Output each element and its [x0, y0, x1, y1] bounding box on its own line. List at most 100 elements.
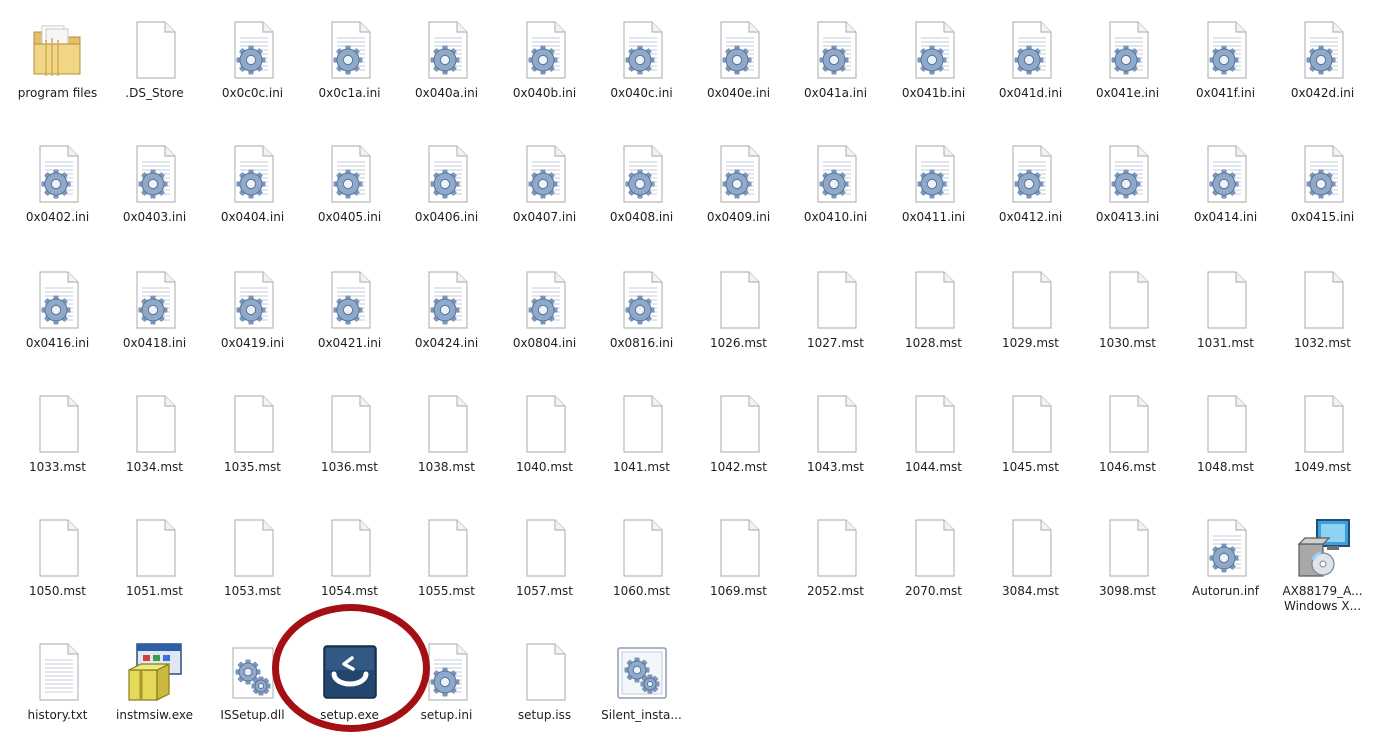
blank-file-icon: [318, 392, 382, 456]
file-item[interactable]: 0x040c.ini: [593, 12, 690, 122]
file-item[interactable]: 1048.mst: [1177, 386, 1274, 496]
file-item[interactable]: 0x0416.ini: [9, 262, 106, 372]
file-item[interactable]: 1028.mst: [885, 262, 982, 372]
file-item[interactable]: 1041.mst: [593, 386, 690, 496]
file-item[interactable]: 0x0415.ini: [1274, 136, 1371, 246]
file-name-label: 0x0407.ini: [512, 210, 577, 224]
file-name-label: 0x040a.ini: [414, 86, 479, 100]
file-item[interactable]: 1046.mst: [1079, 386, 1176, 496]
file-item[interactable]: 1038.mst: [398, 386, 495, 496]
file-item[interactable]: 0x0410.ini: [787, 136, 884, 246]
file-item[interactable]: 1029.mst: [982, 262, 1079, 372]
file-item[interactable]: 1053.mst: [204, 510, 301, 620]
file-item[interactable]: instmsiw.exe: [106, 634, 203, 738]
file-item[interactable]: Silent_insta...: [593, 634, 690, 738]
file-item[interactable]: 1049.mst: [1274, 386, 1371, 496]
file-name-label: 0x0414.ini: [1193, 210, 1258, 224]
file-item[interactable]: 0x0404.ini: [204, 136, 301, 246]
config-file-icon: [707, 18, 771, 82]
file-name-label: 1053.mst: [224, 584, 281, 598]
file-item[interactable]: 1060.mst: [593, 510, 690, 620]
config-file-icon: [513, 268, 577, 332]
file-item[interactable]: 1040.mst: [496, 386, 593, 496]
file-item[interactable]: 0x041a.ini: [787, 12, 884, 122]
file-item[interactable]: 0x040a.ini: [398, 12, 495, 122]
file-item[interactable]: 0x0406.ini: [398, 136, 495, 246]
file-item[interactable]: 0x0403.ini: [106, 136, 203, 246]
file-item[interactable]: 3098.mst: [1079, 510, 1176, 620]
file-item[interactable]: Autorun.inf: [1177, 510, 1274, 620]
blank-file-icon: [707, 392, 771, 456]
setup-app-icon: [318, 640, 382, 704]
file-item[interactable]: 1030.mst: [1079, 262, 1176, 372]
file-item[interactable]: ISSetup.dll: [204, 634, 301, 738]
file-item[interactable]: 1055.mst: [398, 510, 495, 620]
file-item[interactable]: 0x0402.ini: [9, 136, 106, 246]
file-item[interactable]: 0x0405.ini: [301, 136, 398, 246]
file-item[interactable]: 0x0c1a.ini: [301, 12, 398, 122]
file-item[interactable]: 0x0804.ini: [496, 262, 593, 372]
file-item[interactable]: 1054.mst: [301, 510, 398, 620]
file-name-label: 1034.mst: [126, 460, 183, 474]
blank-file-icon: [902, 516, 966, 580]
file-item[interactable]: 1031.mst: [1177, 262, 1274, 372]
file-item[interactable]: 0x0418.ini: [106, 262, 203, 372]
installer-package-icon: [123, 640, 187, 704]
blank-file-icon: [1291, 268, 1355, 332]
file-name-label: 1054.mst: [321, 584, 378, 598]
file-item[interactable]: 0x041f.ini: [1177, 12, 1274, 122]
file-name-label: 1033.mst: [29, 460, 86, 474]
file-item[interactable]: 0x0816.ini: [593, 262, 690, 372]
file-item[interactable]: 0x0412.ini: [982, 136, 1079, 246]
config-file-icon: [415, 18, 479, 82]
file-item[interactable]: 0x0419.ini: [204, 262, 301, 372]
file-item[interactable]: 1027.mst: [787, 262, 884, 372]
file-item[interactable]: 3084.mst: [982, 510, 1079, 620]
file-item[interactable]: history.txt: [9, 634, 106, 738]
file-item[interactable]: 0x0414.ini: [1177, 136, 1274, 246]
file-item[interactable]: 0x0408.ini: [593, 136, 690, 246]
file-name-label: 0x0421.ini: [317, 336, 382, 350]
file-grid: program files .DS_Store 0x0c0c.ini 0x0c1a.i…: [0, 0, 1373, 738]
file-item[interactable]: 1033.mst: [9, 386, 106, 496]
file-item[interactable]: 0x0409.ini: [690, 136, 787, 246]
config-file-icon: [1096, 142, 1160, 206]
file-item[interactable]: 0x040b.ini: [496, 12, 593, 122]
file-item[interactable]: 1050.mst: [9, 510, 106, 620]
file-item[interactable]: 1057.mst: [496, 510, 593, 620]
file-item[interactable]: program files: [9, 12, 106, 122]
file-item[interactable]: 1043.mst: [787, 386, 884, 496]
file-item[interactable]: 0x0424.ini: [398, 262, 495, 372]
file-item[interactable]: 2070.mst: [885, 510, 982, 620]
file-item[interactable]: 0x041d.ini: [982, 12, 1079, 122]
file-item[interactable]: 0x042d.ini: [1274, 12, 1371, 122]
file-item[interactable]: 0x0407.ini: [496, 136, 593, 246]
blank-file-icon: [123, 18, 187, 82]
file-item[interactable]: 1051.mst: [106, 510, 203, 620]
file-item[interactable]: 0x0c0c.ini: [204, 12, 301, 122]
file-item[interactable]: 0x041e.ini: [1079, 12, 1176, 122]
file-item[interactable]: 1036.mst: [301, 386, 398, 496]
file-item[interactable]: 1035.mst: [204, 386, 301, 496]
file-item[interactable]: setup.ini: [398, 634, 495, 738]
file-item[interactable]: 0x0411.ini: [885, 136, 982, 246]
file-name-label: 1036.mst: [321, 460, 378, 474]
file-item[interactable]: setup.iss: [496, 634, 593, 738]
file-item[interactable]: AX88179_A... Windows X...: [1274, 510, 1371, 620]
file-item[interactable]: 0x0413.ini: [1079, 136, 1176, 246]
file-item[interactable]: setup.exe: [301, 634, 398, 738]
blank-file-icon: [318, 516, 382, 580]
file-item[interactable]: 1045.mst: [982, 386, 1079, 496]
file-item[interactable]: 1026.mst: [690, 262, 787, 372]
file-item[interactable]: 2052.mst: [787, 510, 884, 620]
file-item[interactable]: 1042.mst: [690, 386, 787, 496]
file-item[interactable]: .DS_Store: [106, 12, 203, 122]
file-item[interactable]: 1069.mst: [690, 510, 787, 620]
file-item[interactable]: 0x040e.ini: [690, 12, 787, 122]
file-item[interactable]: 1044.mst: [885, 386, 982, 496]
file-item[interactable]: 1032.mst: [1274, 262, 1371, 372]
file-item[interactable]: 1034.mst: [106, 386, 203, 496]
file-item[interactable]: 0x0421.ini: [301, 262, 398, 372]
file-item[interactable]: 0x041b.ini: [885, 12, 982, 122]
file-name-label: 1028.mst: [905, 336, 962, 350]
